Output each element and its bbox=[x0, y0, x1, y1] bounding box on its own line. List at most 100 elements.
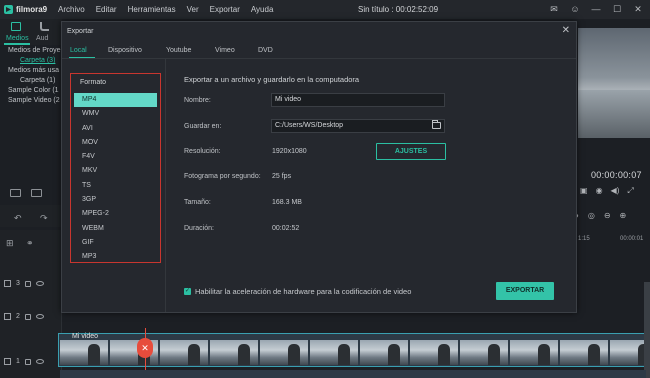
tab-youtube[interactable]: Youtube bbox=[166, 45, 191, 54]
format-item-mp4[interactable]: MP4 bbox=[74, 93, 157, 108]
tab-audio[interactable]: Aud bbox=[36, 35, 48, 42]
name-input[interactable]: Mi video bbox=[271, 93, 445, 107]
add-track-icon[interactable]: ⊞ bbox=[6, 238, 14, 249]
format-item-f4v[interactable]: F4V bbox=[74, 150, 157, 164]
clip-thumbnail bbox=[460, 340, 508, 365]
menu-editar[interactable]: Editar bbox=[96, 5, 117, 14]
menu-archivo[interactable]: Archivo bbox=[58, 5, 85, 14]
clip-label: Mi video bbox=[72, 333, 99, 340]
menu-exportar[interactable]: Exportar bbox=[210, 5, 240, 14]
duration-label: Duración: bbox=[184, 225, 214, 232]
close-icon[interactable]: ✕ bbox=[562, 25, 570, 36]
clip-thumbnail bbox=[210, 340, 258, 365]
lock-icon[interactable] bbox=[24, 313, 31, 320]
browse-folder-icon[interactable] bbox=[432, 120, 441, 129]
timeline-toolbar bbox=[0, 205, 62, 227]
fps-label: Fotograma por segundo: bbox=[184, 173, 261, 180]
dialog-title: Exportar bbox=[67, 28, 94, 35]
tab-dvd[interactable]: DVD bbox=[258, 45, 273, 54]
format-item-mpeg2[interactable]: MPEG-2 bbox=[74, 207, 157, 221]
fullscreen-icon[interactable]: ▣ bbox=[580, 186, 588, 196]
track-header-1: 1 bbox=[4, 358, 44, 365]
save-path-value: C:/Users/WS/Desktop bbox=[275, 122, 344, 129]
format-item-gif[interactable]: GIF bbox=[74, 236, 157, 250]
volume-icon[interactable]: ◀) bbox=[611, 186, 620, 196]
clip-thumbnail bbox=[310, 340, 358, 365]
format-item-avi[interactable]: AVI bbox=[74, 122, 157, 136]
format-list: MP4 WMV AVI MOV F4V MKV TS 3GP MPEG-2 WE… bbox=[74, 93, 157, 265]
filmora-logo-icon bbox=[4, 5, 13, 14]
settings-button[interactable]: AJUSTES bbox=[376, 143, 446, 160]
clip-thumbnail bbox=[510, 340, 558, 365]
clip-thumbnail bbox=[410, 340, 458, 365]
preview-controls: ▣ ◉ ◀) ⤢ bbox=[580, 186, 634, 196]
new-folder-icon[interactable] bbox=[10, 189, 21, 197]
track-type-icon bbox=[4, 358, 11, 365]
format-item-3gp[interactable]: 3GP bbox=[74, 193, 157, 207]
export-dialog: Exportar ✕ Local Dispositivo Youtube Vim… bbox=[61, 21, 577, 313]
folder-item[interactable]: Medios de Proye bbox=[0, 46, 62, 56]
audio-tab-icon[interactable] bbox=[40, 22, 49, 31]
folder-item[interactable]: Sample Video (2 bbox=[0, 96, 62, 106]
tab-media[interactable]: Medios bbox=[6, 35, 29, 42]
menu-ayuda[interactable]: Ayuda bbox=[251, 5, 274, 14]
playhead-cut-icon[interactable]: ✕ bbox=[137, 338, 153, 358]
redo-icon[interactable]: ↷ bbox=[40, 213, 48, 224]
track-number: 1 bbox=[16, 358, 20, 365]
close-window-icon[interactable]: ✕ bbox=[632, 3, 644, 15]
lock-icon[interactable] bbox=[24, 358, 31, 365]
folder-item[interactable]: Medios más usa bbox=[0, 66, 62, 76]
undo-icon[interactable]: ↶ bbox=[14, 213, 22, 224]
format-item-webm[interactable]: WEBM bbox=[74, 222, 157, 236]
maximize-icon[interactable]: ☐ bbox=[611, 3, 623, 15]
eye-icon[interactable] bbox=[35, 359, 44, 364]
preview-timecode: 00:00:00:07 bbox=[591, 170, 642, 180]
eye-icon[interactable] bbox=[35, 281, 44, 286]
export-button[interactable]: EXPORTAR bbox=[496, 282, 554, 300]
folder-actions bbox=[10, 189, 42, 197]
save-path-input[interactable]: C:/Users/WS/Desktop bbox=[271, 119, 445, 133]
zoom-in-icon[interactable]: ⊕ bbox=[620, 211, 627, 220]
tab-dispositivo[interactable]: Dispositivo bbox=[108, 45, 142, 54]
active-tab-underline bbox=[69, 57, 95, 58]
duration-value: 00:02:52 bbox=[272, 225, 300, 232]
media-tab-icon[interactable] bbox=[11, 22, 21, 31]
tab-media-underline bbox=[4, 43, 30, 45]
menu-herramientas[interactable]: Herramientas bbox=[128, 5, 176, 14]
timeline-scrollbar[interactable] bbox=[644, 282, 650, 378]
format-item-mkv[interactable]: MKV bbox=[74, 164, 157, 178]
hw-accel-checkbox[interactable]: ✓ bbox=[184, 288, 191, 295]
marker-icon[interactable]: ◎ bbox=[588, 211, 595, 220]
user-icon[interactable]: ☺ bbox=[569, 3, 581, 15]
export-tabs: Local Dispositivo Youtube Vimeo DVD bbox=[62, 43, 576, 59]
menu-ver[interactable]: Ver bbox=[187, 5, 199, 14]
folder-item[interactable]: Carpeta (1) bbox=[0, 76, 62, 86]
hw-accel-label: Habilitar la aceleración de hardware par… bbox=[195, 287, 412, 296]
snapshot-icon[interactable]: ◉ bbox=[596, 186, 603, 196]
app-logo-text: filmora9 bbox=[16, 5, 48, 14]
format-item-mp3[interactable]: MP3 bbox=[74, 250, 157, 264]
zoom-out-icon[interactable]: ⊖ bbox=[604, 211, 611, 220]
format-item-mov[interactable]: MOV bbox=[74, 136, 157, 150]
eye-icon[interactable] bbox=[35, 314, 44, 319]
tab-vimeo[interactable]: Vimeo bbox=[215, 45, 235, 54]
folder-icon[interactable] bbox=[31, 189, 42, 197]
size-value: 168.3 MB bbox=[272, 199, 302, 206]
window-controls: ✉ ☺ — ☐ ✕ bbox=[548, 3, 644, 15]
clip-thumbnail bbox=[560, 340, 608, 365]
format-item-wmv[interactable]: WMV bbox=[74, 107, 157, 121]
menubar: filmora9 Archivo Editar Herramientas Ver… bbox=[0, 0, 650, 19]
tab-local[interactable]: Local bbox=[70, 45, 87, 54]
link-icon[interactable]: ⚭ bbox=[26, 238, 34, 249]
ruler-label: 00:00:01 bbox=[620, 236, 644, 242]
folder-item[interactable]: Carpeta (3) bbox=[0, 56, 62, 66]
lock-icon[interactable] bbox=[24, 280, 31, 287]
folder-item[interactable]: Sample Color (1 bbox=[0, 86, 62, 96]
track-number: 2 bbox=[16, 313, 20, 320]
notification-icon[interactable]: ✉ bbox=[548, 3, 560, 15]
minimize-icon[interactable]: — bbox=[590, 3, 602, 15]
track-number: 3 bbox=[16, 280, 20, 287]
resolution-value: 1920x1080 bbox=[272, 148, 307, 155]
format-item-ts[interactable]: TS bbox=[74, 179, 157, 193]
expand-icon[interactable]: ⤢ bbox=[627, 186, 633, 196]
